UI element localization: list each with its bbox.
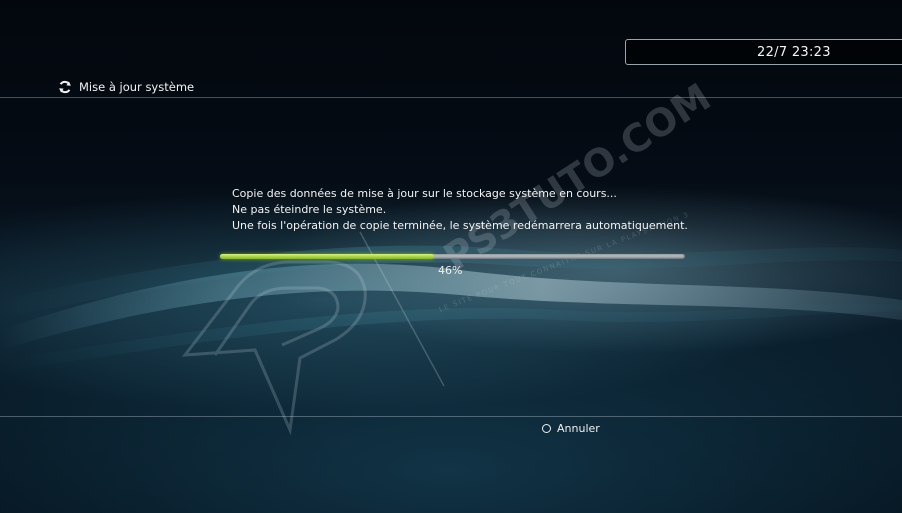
header-divider: [0, 97, 902, 98]
cancel-button[interactable]: Annuler: [542, 422, 600, 435]
progress-percentage: 46%: [438, 264, 463, 277]
circle-button-icon: [542, 424, 551, 433]
ps3-system-update-screen: PS3TUTO.COM LE SITE POUR TOUT CONNAITRE …: [0, 0, 902, 513]
message-line-restart: Une fois l'opération de copie terminée, …: [232, 219, 688, 232]
update-message: Copie des données de mise à jour sur le …: [232, 186, 688, 234]
screen-title: Mise à jour système: [58, 79, 194, 95]
message-line-warning: Ne pas éteindre le système.: [232, 203, 387, 216]
clock: 22/7 23:23: [757, 45, 831, 60]
cancel-label: Annuler: [557, 422, 600, 435]
progress-bar: [220, 254, 685, 259]
message-line-copying: Copie des données de mise à jour sur le …: [232, 187, 617, 200]
footer-divider: [0, 416, 902, 417]
update-arrows-icon: [59, 80, 71, 94]
progress-bar-fill: [220, 254, 434, 259]
screen-title-text: Mise à jour système: [79, 80, 195, 94]
